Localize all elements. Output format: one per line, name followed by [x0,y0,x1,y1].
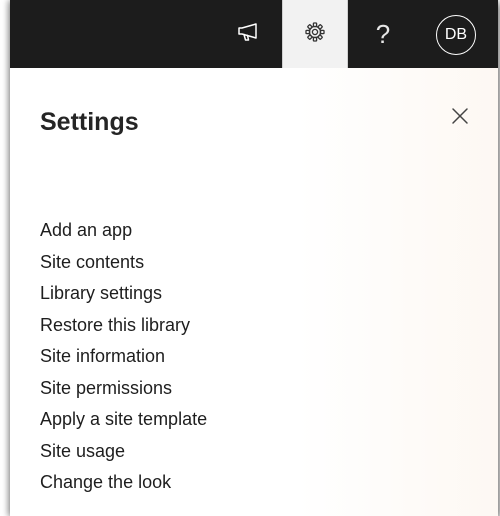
menu-item-change-the-look[interactable]: Change the look [40,467,207,499]
menu-item-site-permissions[interactable]: Site permissions [40,373,207,405]
panel-title: Settings [40,108,139,136]
megaphone-icon [236,21,260,47]
panel-background-tint [298,68,498,516]
menu-item-library-settings[interactable]: Library settings [40,278,207,310]
gear-icon [304,21,326,47]
question-mark-icon: ? [375,19,391,49]
help-button[interactable]: ? [350,0,416,68]
user-avatar[interactable]: DB [436,15,476,55]
menu-item-add-an-app[interactable]: Add an app [40,215,207,247]
settings-button[interactable] [282,0,348,68]
suite-header-bar: ? DB [10,0,498,68]
settings-panel: Settings Add an app Site contents Librar… [10,68,498,516]
menu-item-site-contents[interactable]: Site contents [40,247,207,279]
menu-item-apply-a-site-template[interactable]: Apply a site template [40,404,207,436]
menu-item-site-information[interactable]: Site information [40,341,207,373]
menu-item-restore-this-library[interactable]: Restore this library [40,310,207,342]
menu-item-site-usage[interactable]: Site usage [40,436,207,468]
settings-menu: Add an app Site contents Library setting… [40,215,207,499]
app-window: ? DB Settings Add an app Site contents L… [10,0,498,516]
feedback-button[interactable] [215,0,281,68]
close-icon [451,107,469,129]
close-panel-button[interactable] [446,104,474,132]
